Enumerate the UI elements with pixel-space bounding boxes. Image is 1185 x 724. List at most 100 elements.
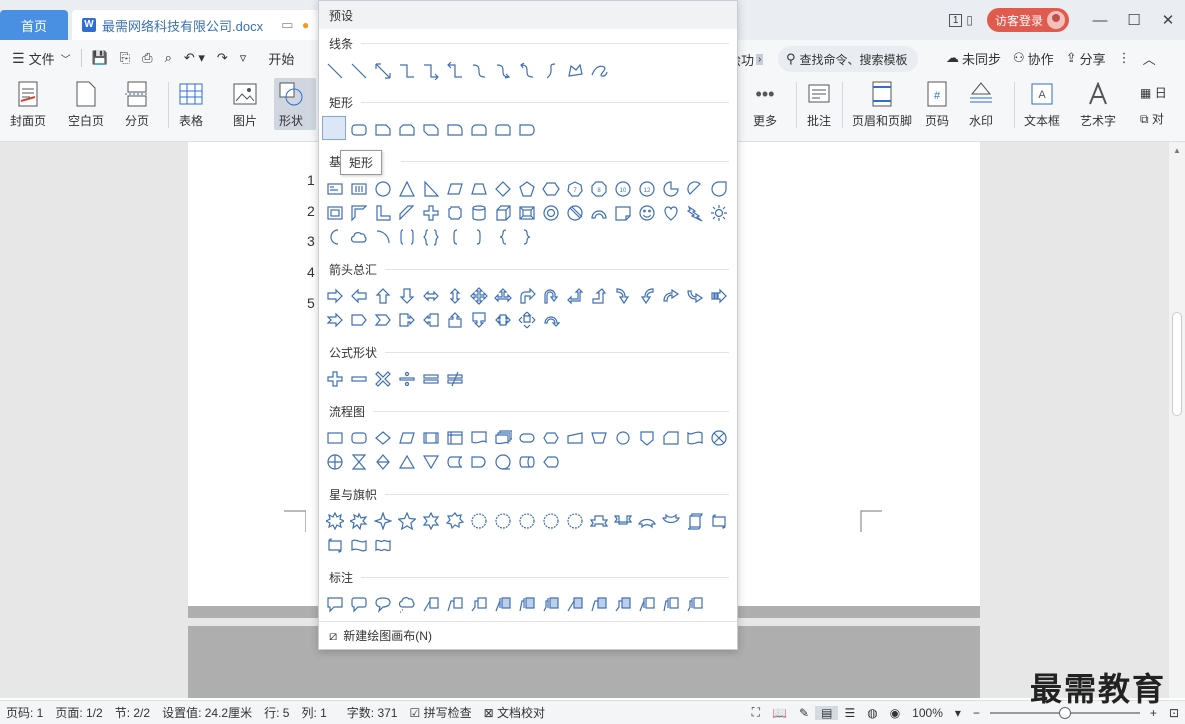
status-col[interactable]: 列: 1 — [295, 704, 332, 721]
shape-bolt-icon[interactable] — [683, 201, 707, 225]
shape-chord-icon[interactable] — [683, 177, 707, 201]
status-setting[interactable]: 设置值: 24.2厘米 — [156, 704, 258, 721]
shape-donut-icon[interactable] — [539, 201, 563, 225]
tab-start[interactable]: 开始 — [262, 40, 300, 76]
status-words[interactable]: 字数: 371 — [341, 704, 404, 721]
shape-circle-icon[interactable] — [371, 177, 395, 201]
shape-hept-icon[interactable]: 7 — [563, 177, 587, 201]
shape-fterm-icon[interactable] — [515, 426, 539, 450]
monitor-icon[interactable]: ▭ — [281, 17, 293, 33]
shape-al-icon[interactable] — [347, 284, 371, 308]
shape-star4-icon[interactable] — [371, 509, 395, 533]
shape-acallu-icon[interactable] — [443, 308, 467, 332]
shape-arcline-icon[interactable] — [371, 225, 395, 249]
shape-wave-icon[interactable] — [347, 533, 371, 557]
rectangle-shape-hover[interactable] — [322, 116, 346, 140]
date-button[interactable]: ▦ 日 — [1140, 84, 1167, 101]
tab-document[interactable]: W 最需网络科技有限公司.docx ▭ — [72, 10, 322, 40]
shape-hex-icon[interactable] — [539, 177, 563, 201]
shape-ribboncu-icon[interactable] — [635, 509, 659, 533]
shape-starn-icon[interactable] — [467, 509, 491, 533]
shape-tri-icon[interactable] — [395, 177, 419, 201]
shape-sun-icon[interactable] — [707, 201, 731, 225]
shape-cbord3-icon[interactable] — [611, 592, 635, 616]
shape-rrect-icon[interactable] — [347, 118, 371, 142]
shape-ftape-icon[interactable] — [683, 426, 707, 450]
shape-fold-icon[interactable] — [611, 201, 635, 225]
shape-fsort-icon[interactable] — [371, 450, 395, 474]
shape-plaque-icon[interactable] — [443, 201, 467, 225]
shape-for-icon[interactable] — [323, 450, 347, 474]
shape-rbrace-icon[interactable] — [515, 225, 539, 249]
shape-cbord2-icon[interactable] — [587, 592, 611, 616]
shape-acurvl-icon[interactable] — [635, 284, 659, 308]
web-view-icon[interactable]: ◍ — [861, 706, 883, 720]
shape-frame-icon[interactable] — [323, 201, 347, 225]
shape-cnob2-icon[interactable] — [659, 592, 683, 616]
shape-heart-icon[interactable] — [659, 201, 683, 225]
shape-ribbond-icon[interactable] — [611, 509, 635, 533]
shape-oct-icon[interactable]: 8 — [587, 177, 611, 201]
visitor-login-button[interactable]: 访客登录 — [986, 8, 1069, 32]
comment-button[interactable]: 批注 — [806, 80, 832, 129]
collaborate-button[interactable]: ⚇ 协作 — [1007, 40, 1060, 76]
more-options-icon[interactable]: ⋮ — [1112, 40, 1137, 76]
tab-home[interactable]: 首页 — [0, 10, 68, 40]
shape-cline2-icon[interactable] — [443, 592, 467, 616]
shape-burst-icon[interactable] — [323, 509, 347, 533]
spell-check-button[interactable]: ☑ 拼写检查 — [403, 704, 477, 721]
shape-fmanin-icon[interactable] — [563, 426, 587, 450]
shape-aud-icon[interactable] — [443, 284, 467, 308]
tab-partial[interactable]: 绘功 › — [738, 48, 764, 70]
shape-elbowa-icon[interactable] — [419, 59, 443, 83]
shape-tear-icon[interactable] — [707, 177, 731, 201]
shape-dodec-icon[interactable]: 12 — [635, 177, 659, 201]
shape-anotch-icon[interactable] — [323, 308, 347, 332]
shape-cnob3-icon[interactable] — [683, 592, 707, 616]
status-row[interactable]: 行: 5 — [258, 704, 295, 721]
eye-protect-icon[interactable]: ◉ — [884, 706, 906, 720]
outline-view-icon[interactable]: ☰ — [838, 706, 861, 720]
shape-round2-icon[interactable] — [467, 118, 491, 142]
shape-ribbonu-icon[interactable] — [587, 509, 611, 533]
shape-star7-icon[interactable] — [443, 509, 467, 533]
shape-fdata-icon[interactable] — [395, 426, 419, 450]
scroll-tabs-right-icon[interactable]: › — [756, 53, 764, 65]
status-pages[interactable]: 页面: 1/2 — [49, 704, 108, 721]
shape-cpair-icon[interactable] — [419, 225, 443, 249]
shape-starn-icon[interactable] — [539, 509, 563, 533]
print-icon[interactable]: ⎙ — [136, 40, 158, 76]
shape-fcard-icon[interactable] — [659, 426, 683, 450]
shape-dwave-icon[interactable] — [371, 533, 395, 557]
cover-page-button[interactable]: 封面页 — [10, 80, 46, 129]
object-button[interactable]: ⧉ 对 — [1140, 110, 1164, 127]
shape-plus-icon[interactable] — [323, 367, 347, 391]
shape-cloud-icon[interactable] — [347, 225, 371, 249]
shape-fprocess-icon[interactable] — [323, 426, 347, 450]
shape-auturn-icon[interactable] — [539, 284, 563, 308]
file-menu[interactable]: ☰ 文件 ﹀ — [0, 40, 77, 76]
shape-rtri-icon[interactable] — [419, 177, 443, 201]
shape-fsum-icon[interactable] — [707, 426, 731, 450]
shape-fdisp-icon[interactable] — [539, 450, 563, 474]
shape-trap-icon[interactable] — [467, 177, 491, 201]
shape-roundsnip-icon[interactable] — [491, 118, 515, 142]
shape-round1-icon[interactable] — [443, 118, 467, 142]
shape-acurvr-icon[interactable] — [611, 284, 635, 308]
read-mode-icon[interactable]: 📖 — [766, 706, 793, 720]
shape-ar-icon[interactable] — [323, 284, 347, 308]
shape-fpre-icon[interactable] — [419, 426, 443, 450]
shape-ribboncd-icon[interactable] — [659, 509, 683, 533]
shape-lbracket-icon[interactable] — [443, 225, 467, 249]
shape-can-icon[interactable] — [467, 201, 491, 225]
shape-fdisk-icon[interactable] — [515, 450, 539, 474]
shape-acurvd-icon[interactable] — [683, 284, 707, 308]
close-button[interactable]: ✕ — [1151, 11, 1185, 29]
shape-acalll-icon[interactable] — [419, 308, 443, 332]
textbox-button[interactable]: A 文本框 — [1024, 80, 1060, 129]
shape-fmag-icon[interactable] — [491, 450, 515, 474]
shape-curved-icon[interactable] — [515, 59, 539, 83]
shape-pie-icon[interactable] — [659, 177, 683, 201]
shape-bpair-icon[interactable] — [395, 225, 419, 249]
shape-fprep-icon[interactable] — [539, 426, 563, 450]
